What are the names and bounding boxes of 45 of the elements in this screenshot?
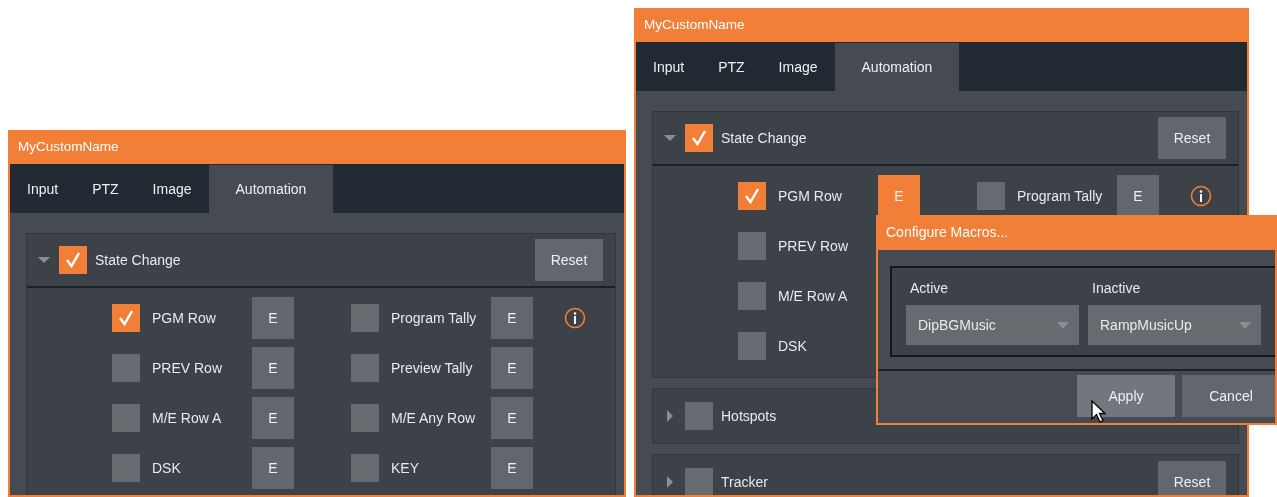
section-label: State Change	[95, 250, 181, 270]
edit-button[interactable]: E	[491, 347, 533, 389]
edit-button[interactable]: E	[1117, 175, 1159, 217]
tab[interactable]: Image	[135, 165, 209, 213]
section-label: State Change	[721, 128, 807, 148]
edit-button[interactable]: E	[491, 297, 533, 339]
section-label: Tracker	[721, 472, 768, 492]
edit-button[interactable]: E	[252, 297, 294, 339]
option-label: Program Tally	[391, 308, 478, 328]
option-label: M/E Any Row	[391, 408, 477, 428]
tab[interactable]: Automation	[834, 43, 960, 91]
option-label: M/E Row A	[152, 408, 223, 428]
option-label: DSK	[778, 336, 808, 356]
edit-button[interactable]: E	[252, 397, 294, 439]
reset-button[interactable]: Reset	[535, 239, 603, 281]
tab[interactable]: Image	[761, 43, 835, 91]
reset-button[interactable]: Reset	[1158, 117, 1226, 159]
option-label: Program Tally	[1017, 186, 1104, 206]
option-label: KEY	[391, 458, 420, 478]
tab[interactable]: PTZ	[701, 43, 762, 91]
option-label: DSK	[152, 458, 182, 478]
edit-button[interactable]: E	[252, 447, 294, 489]
window-title: MyCustomName	[10, 130, 624, 164]
tab[interactable]: PTZ	[75, 165, 136, 213]
reset-button[interactable]: Reset	[1158, 461, 1226, 495]
tab[interactable]: Automation	[208, 165, 334, 213]
macro-dropdown[interactable]: DipBGMusic	[906, 305, 1079, 345]
window-title: MyCustomName	[636, 8, 1247, 42]
dialog-button[interactable]: Apply	[1077, 375, 1175, 417]
section-label: Hotspots	[721, 406, 777, 426]
edit-button[interactable]: E	[491, 397, 533, 439]
tab[interactable]: Input	[10, 165, 76, 213]
edit-button[interactable]: E	[252, 347, 294, 389]
tab[interactable]: Input	[636, 43, 702, 91]
option-label: Preview Tally	[391, 358, 474, 378]
option-label: PREV Row	[152, 358, 224, 378]
option-label: PREV Row	[778, 236, 850, 256]
option-label: PGM Row	[778, 186, 843, 206]
option-label: PGM Row	[152, 308, 217, 328]
macro-dropdown[interactable]: RampMusicUp	[1088, 305, 1261, 345]
dialog-button[interactable]: Cancel	[1182, 375, 1275, 417]
field-label: Inactive	[1091, 279, 1142, 298]
dialog-title: Configure Macros...	[878, 215, 1275, 250]
field-label: Active	[909, 279, 950, 298]
edit-button[interactable]: E	[491, 447, 533, 489]
